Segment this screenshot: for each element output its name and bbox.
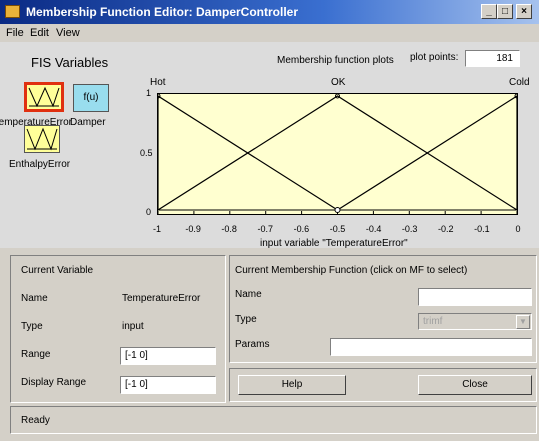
- output-variable-damper-box[interactable]: f(u): [73, 84, 109, 112]
- y-tick-label: 1: [146, 88, 152, 98]
- membership-icon: [26, 127, 58, 151]
- variable-type-label: Type: [21, 321, 43, 332]
- variable-name-value: TemperatureError: [122, 293, 201, 304]
- menu-edit[interactable]: Edit: [30, 27, 49, 39]
- mf-name-label: Name: [235, 289, 262, 300]
- x-tick-label: -0.4: [365, 224, 382, 234]
- mf-type-dropdown[interactable]: trimf ▼: [418, 313, 532, 330]
- fis-variables-title: FIS Variables: [31, 55, 109, 70]
- y-tick-label: 0: [146, 207, 152, 217]
- x-tick-label: 0: [515, 224, 521, 234]
- mf-type-value: trimf: [423, 316, 443, 327]
- variable-type-value: input: [122, 321, 144, 332]
- menu-file[interactable]: File: [6, 27, 24, 39]
- x-tick-label: -0.5: [329, 224, 346, 234]
- x-tick-label: -0.9: [185, 224, 201, 234]
- membership-icon: [28, 86, 60, 108]
- mf-label-cold[interactable]: Cold: [509, 77, 530, 88]
- current-mf-title: Current Membership Function (click on MF…: [235, 265, 468, 276]
- x-tick-label: -0.6: [293, 224, 310, 234]
- plot-points-input[interactable]: 181: [465, 50, 520, 67]
- mf-label-hot[interactable]: Hot: [150, 77, 166, 88]
- input-variable-enthalpy-box[interactable]: [24, 125, 60, 153]
- matlab-app-icon: [5, 5, 20, 18]
- output-box-text: f(u): [83, 92, 99, 103]
- mf-type-label: Type: [235, 314, 257, 325]
- minimize-button[interactable]: _: [481, 4, 497, 19]
- membership-plot[interactable]: [155, 93, 520, 215]
- menu-bar: File Edit View: [0, 24, 539, 42]
- current-variable-title: Current Variable: [21, 265, 94, 276]
- output-variable-damper-label: Damper: [70, 117, 106, 128]
- chevron-down-icon: ▼: [516, 315, 530, 329]
- plot-points-label: plot points:: [410, 52, 459, 63]
- close-button[interactable]: Close: [418, 375, 532, 395]
- mf-foot-marker: [334, 207, 341, 213]
- window-title: Membership Function Editor: DamperContro…: [26, 5, 299, 19]
- help-button[interactable]: Help: [238, 375, 346, 395]
- mf-name-input[interactable]: [418, 288, 532, 306]
- x-tick-label: -1: [152, 224, 161, 234]
- variable-name-label: Name: [21, 293, 48, 304]
- display-range-input[interactable]: [-1 0]: [120, 376, 216, 394]
- range-input[interactable]: [-1 0]: [120, 347, 216, 365]
- status-text: Ready: [21, 415, 50, 426]
- y-tick-label: 0.5: [140, 148, 153, 158]
- menu-view[interactable]: View: [56, 27, 80, 39]
- x-tick-label: -0.1: [474, 224, 490, 234]
- display-range-label: Display Range: [21, 377, 87, 388]
- title-bar: Membership Function Editor: DamperContro…: [0, 0, 539, 24]
- input-variable-enthalpy-label: EnthalpyError: [9, 159, 71, 170]
- x-tick-label: -0.3: [401, 224, 418, 234]
- mf-params-label: Params: [235, 339, 270, 350]
- close-window-button[interactable]: ×: [516, 4, 532, 19]
- x-tick-label: -0.2: [438, 224, 454, 234]
- status-bar: [10, 406, 537, 434]
- x-tick-label: -0.7: [257, 224, 274, 234]
- range-label: Range: [21, 349, 51, 360]
- membership-plot-svg: [155, 93, 520, 214]
- mf-params-input[interactable]: [330, 338, 532, 356]
- maximize-button[interactable]: □: [497, 4, 513, 19]
- input-variable-temperature-box[interactable]: [24, 82, 64, 112]
- mf-label-ok[interactable]: OK: [331, 77, 345, 88]
- plot-caption: Membership function plots: [277, 55, 394, 66]
- x-tick-label: -0.8: [221, 224, 237, 234]
- mf-line-ok[interactable]: [157, 95, 518, 211]
